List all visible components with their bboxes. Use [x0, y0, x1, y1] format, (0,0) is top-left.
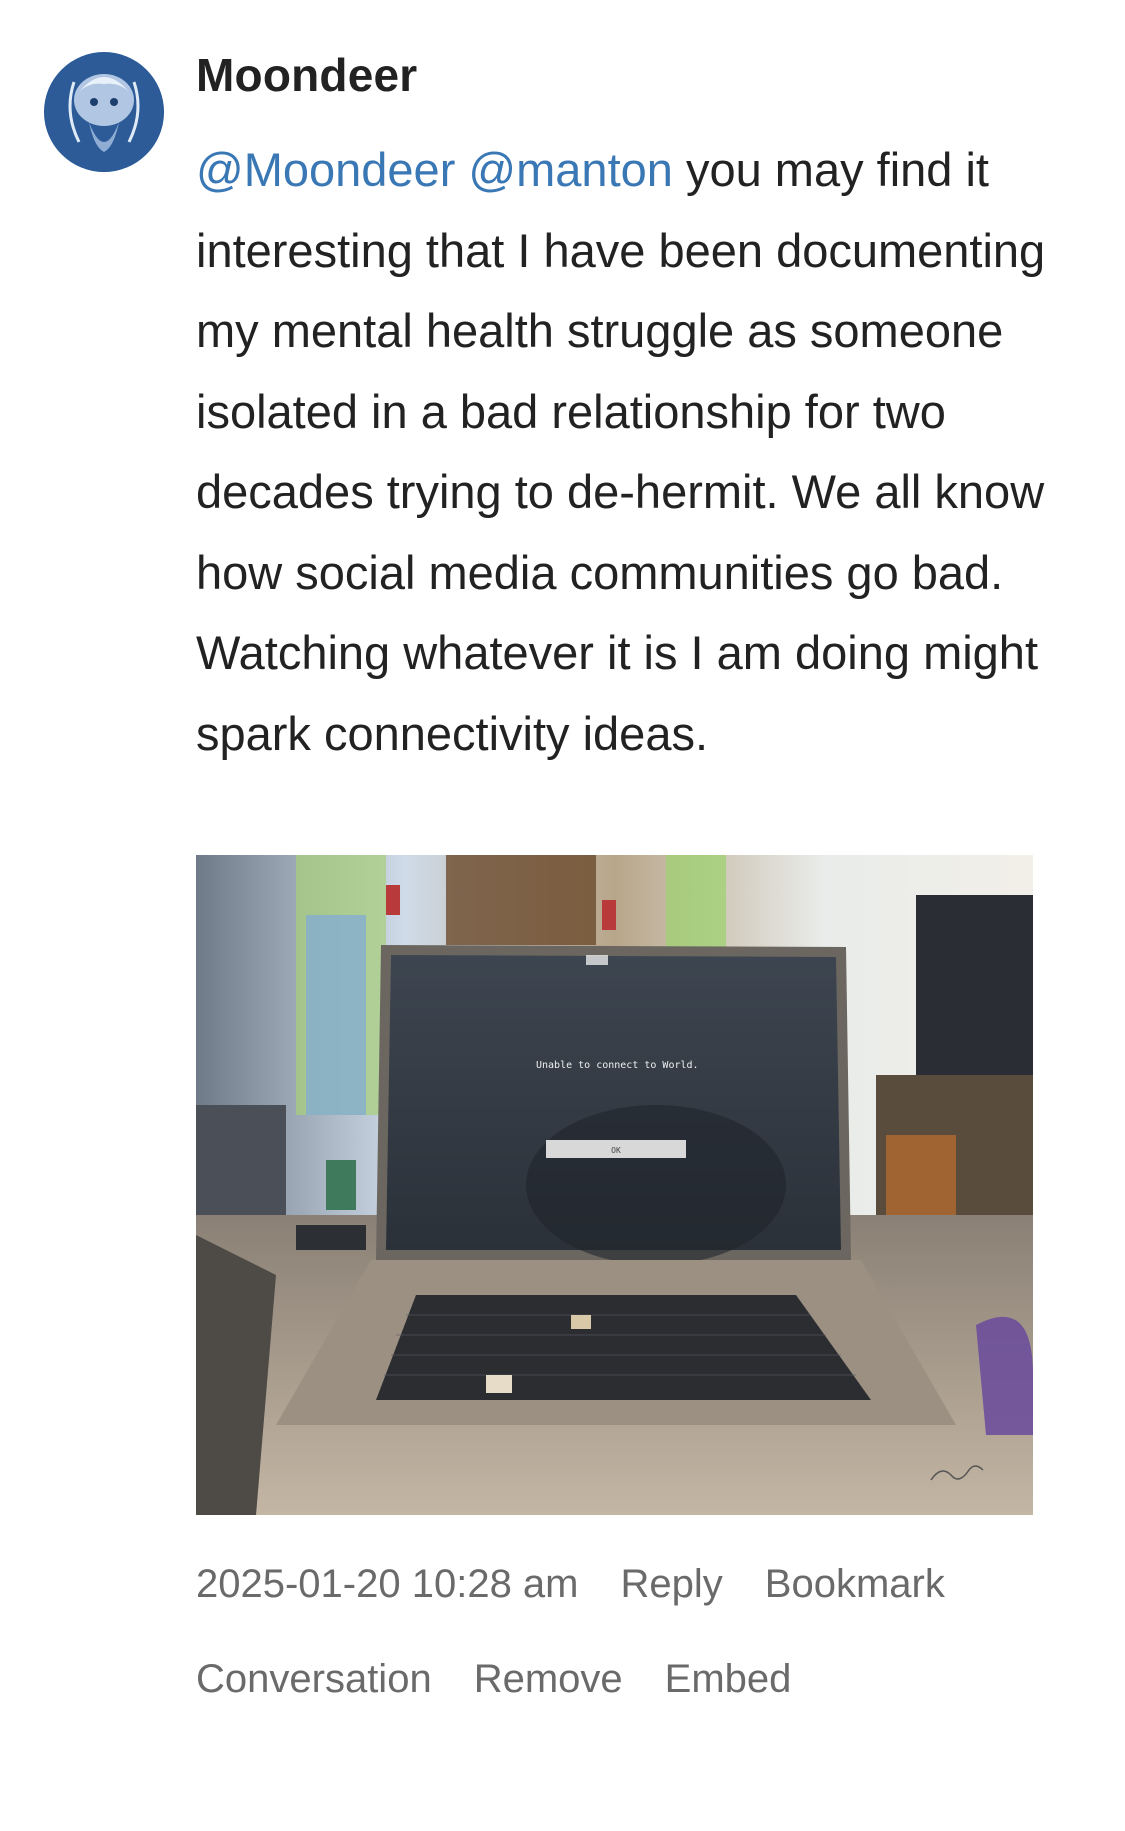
screen-ok-button: OK [611, 1146, 621, 1155]
post-text: @Moondeer @manton you may find it intere… [196, 130, 1066, 774]
conversation-link[interactable]: Conversation [196, 1657, 432, 1702]
embed-link[interactable]: Embed [665, 1657, 792, 1702]
screen-message: Unable to connect to World. [536, 1060, 699, 1071]
avatar-image [44, 52, 164, 172]
post-actions-row: Conversation Remove Embed [196, 1657, 791, 1702]
remove-link[interactable]: Remove [474, 1657, 623, 1702]
author-name[interactable]: Moondeer [196, 48, 417, 102]
laptop-photo: Unable to connect to World. OK [196, 855, 1033, 1515]
post-body-text: you may find it interesting that I have … [196, 143, 1046, 760]
post-timestamp[interactable]: 2025-01-20 10:28 am [196, 1562, 579, 1607]
mention-moondeer[interactable]: @Moondeer [196, 143, 455, 196]
mention-manton[interactable]: @manton [468, 143, 672, 196]
post-meta-row: 2025-01-20 10:28 am Reply Bookmark [196, 1562, 945, 1607]
avatar[interactable] [44, 52, 164, 172]
post-image[interactable]: Unable to connect to World. OK [196, 855, 1033, 1515]
bookmark-link[interactable]: Bookmark [765, 1562, 945, 1607]
reply-link[interactable]: Reply [621, 1562, 723, 1607]
